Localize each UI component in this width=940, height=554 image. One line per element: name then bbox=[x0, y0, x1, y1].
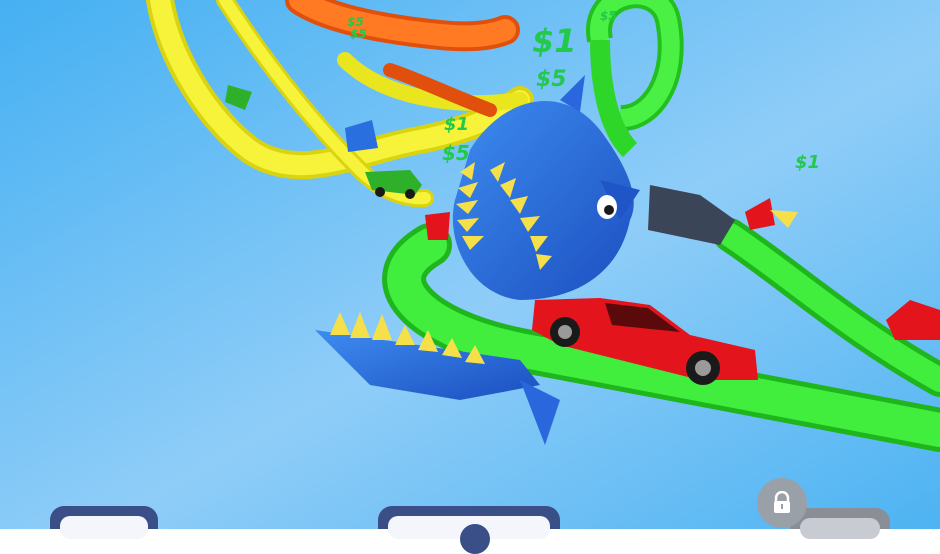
lock-icon bbox=[757, 478, 807, 528]
menu-icon bbox=[60, 516, 148, 539]
money-popup: $5 bbox=[600, 9, 617, 23]
money-popup: $5 bbox=[442, 141, 470, 165]
game-scene: $1 $5 $1 $5 $1 $5 $5 $5 bbox=[0, 0, 940, 529]
money-popup: $5 bbox=[350, 27, 367, 41]
add-button[interactable] bbox=[378, 506, 560, 554]
add-icon bbox=[388, 516, 550, 554]
money-popup: $1 bbox=[444, 114, 469, 135]
money-popup: $1 bbox=[532, 22, 577, 60]
money-popup: $5 bbox=[536, 67, 567, 92]
money-popup: $1 bbox=[795, 152, 820, 173]
menu-button[interactable] bbox=[50, 506, 158, 539]
